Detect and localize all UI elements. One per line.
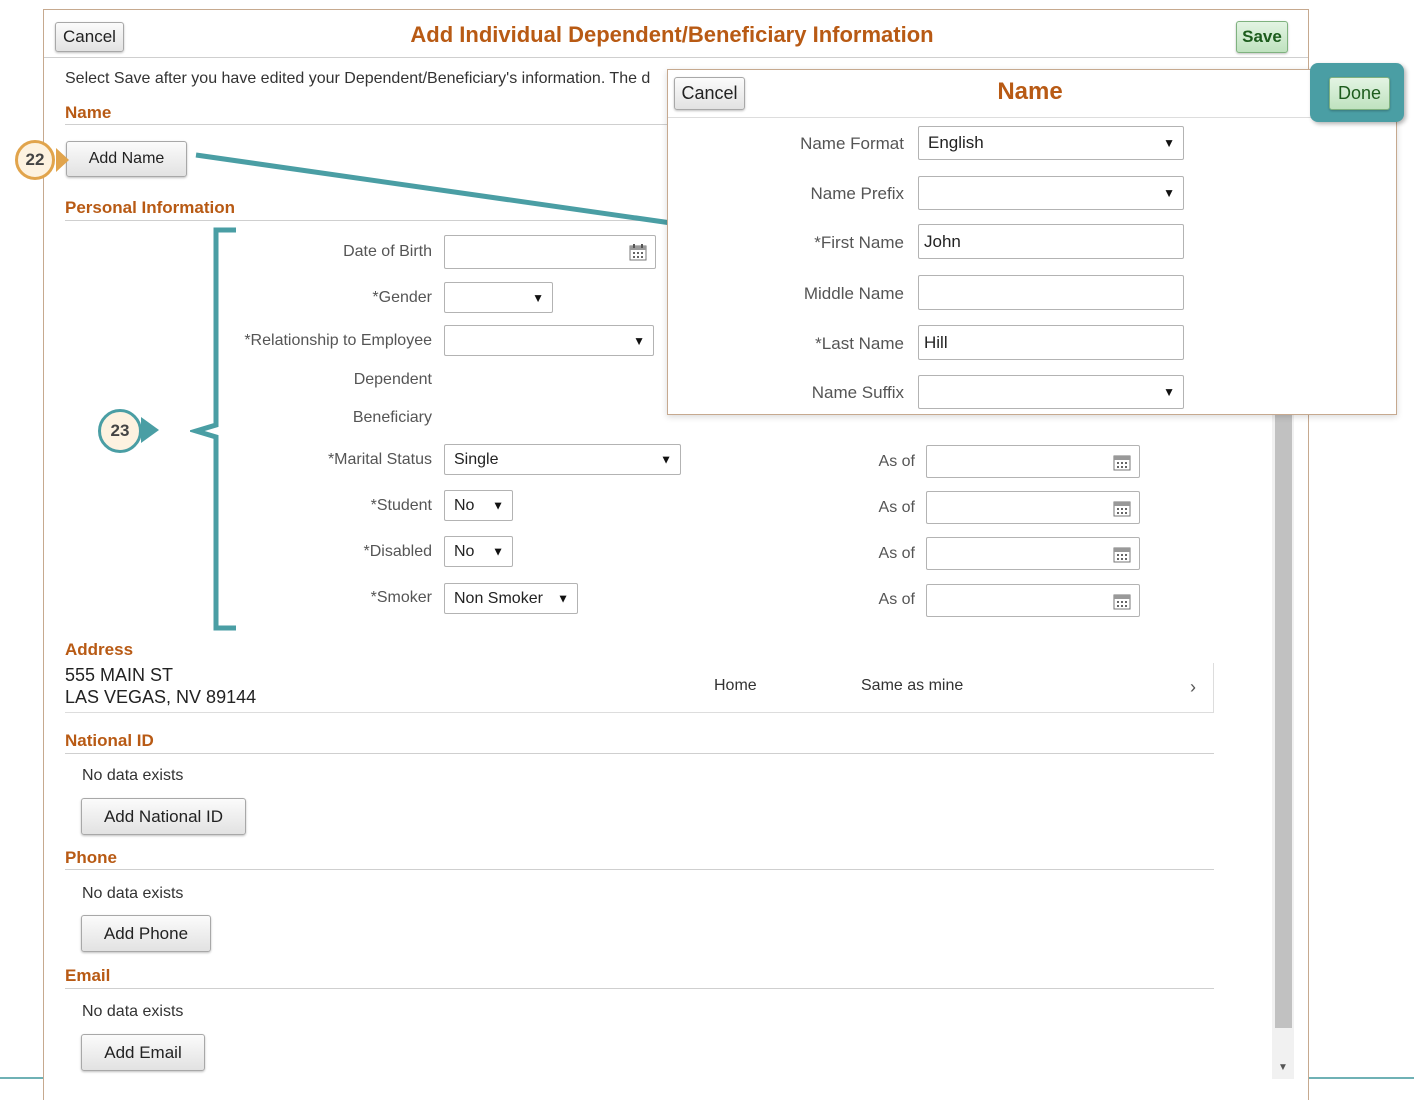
callout-22-badge: 22 [15,140,55,180]
last-name-input[interactable]: Hill [918,325,1184,360]
dependent-label: Dependent [353,371,432,388]
dropdown-arrow-icon: ▼ [633,333,645,348]
dropdown-arrow-icon: ▼ [1163,186,1175,200]
student-as-of-input[interactable] [926,491,1140,524]
save-button[interactable]: Save [1236,21,1288,53]
disabled-value: No [454,543,475,560]
name-suffix-label: Name Suffix [811,383,904,402]
footer-line-right [1309,1077,1414,1079]
calendar-icon[interactable] [1113,545,1131,563]
gender-label: *Gender [372,289,432,306]
student-value: No [454,497,475,514]
national-id-heading: National ID [65,731,154,750]
address-same-as-mine: Same as mine [861,677,964,694]
scrollbar-thumb[interactable] [1275,410,1292,1028]
first-name-label: *First Name [814,233,904,252]
student-as-of-label: As of [878,499,915,516]
address-type: Home [714,677,757,694]
dropdown-arrow-icon: ▼ [557,591,569,605]
callout-22-pointer [56,148,69,172]
chevron-right-icon[interactable]: › [1190,677,1196,698]
phone-empty: No data exists [82,885,184,902]
instruction-text: Select Save after you have edited your D… [65,70,651,87]
marital-status-label: *Marital Status [327,451,432,468]
footer-line-left [0,1077,43,1079]
dropdown-arrow-icon: ▼ [492,498,504,512]
middle-name-label: Middle Name [803,284,904,303]
phone-divider [65,869,1214,870]
disabled-label: *Disabled [363,543,432,560]
marital-as-of-label: As of [878,453,915,470]
smoker-as-of-label: As of [878,591,915,608]
phone-heading: Phone [65,848,117,867]
done-button[interactable]: Done [1329,77,1390,110]
address-line2: LAS VEGAS, NV 89144 [65,687,257,707]
smoker-as-of-input[interactable] [926,584,1140,617]
student-select[interactable]: No ▼ [444,490,513,521]
name-format-value: English [928,133,984,152]
beneficiary-label: Beneficiary [352,409,432,426]
name-format-label: Name Format [800,134,904,153]
marital-status-select[interactable]: Single ▼ [444,444,681,475]
name-popup-cancel-button[interactable]: Cancel [674,77,745,110]
last-name-label: *Last Name [815,334,904,353]
calendar-icon[interactable] [1113,592,1131,610]
email-empty: No data exists [82,1003,184,1020]
address-heading: Address [65,640,134,659]
dropdown-arrow-icon: ▼ [660,452,672,466]
disabled-as-of-label: As of [878,545,915,562]
middle-name-input[interactable] [918,275,1184,310]
calendar-icon[interactable] [1113,499,1131,517]
relationship-select[interactable]: ▼ [444,325,654,356]
student-label: *Student [370,497,432,514]
disabled-select[interactable]: No ▼ [444,536,513,567]
dropdown-arrow-icon: ▼ [492,544,504,558]
calendar-icon[interactable] [1113,453,1131,471]
callout-23-pointer [141,417,159,443]
name-format-select[interactable]: English ▼ [918,126,1184,160]
add-phone-button[interactable]: Add Phone [81,915,211,952]
add-national-id-button[interactable]: Add National ID [81,798,246,835]
scroll-down-icon[interactable]: ▼ [1278,1062,1288,1073]
callout-23-badge: 23 [98,409,142,453]
add-email-button[interactable]: Add Email [81,1034,205,1071]
dropdown-arrow-icon: ▼ [1163,385,1175,399]
relationship-label: *Relationship to Employee [244,332,432,349]
dialog-title: Add Individual Dependent/Beneficiary Inf… [410,22,934,47]
national-id-divider [65,753,1214,754]
dropdown-arrow-icon: ▼ [532,290,544,305]
smoker-value: Non Smoker [454,590,543,607]
marital-as-of-input[interactable] [926,445,1140,478]
name-popup-title: Name [997,78,1063,105]
smoker-label: *Smoker [370,589,432,606]
name-prefix-select[interactable]: ▼ [918,176,1184,210]
name-heading: Name [65,103,112,122]
email-divider [65,988,1214,989]
last-name-value: Hill [924,333,948,352]
name-prefix-label: Name Prefix [810,184,904,203]
add-name-button[interactable]: Add Name [66,141,187,177]
gender-select[interactable]: ▼ [444,282,553,313]
cancel-button[interactable]: Cancel [55,22,124,52]
header-divider [44,57,1308,58]
address-line1: 555 MAIN ST [65,665,174,685]
callout-23-bracket [190,227,236,631]
smoker-select[interactable]: Non Smoker ▼ [444,583,578,614]
first-name-value: John [924,232,961,251]
first-name-input[interactable]: John [918,224,1184,259]
marital-status-value: Single [454,451,499,468]
email-heading: Email [65,966,111,985]
dropdown-arrow-icon: ▼ [1163,136,1175,150]
name-suffix-select[interactable]: ▼ [918,375,1184,409]
disabled-as-of-input[interactable] [926,537,1140,570]
national-id-empty: No data exists [82,767,184,784]
